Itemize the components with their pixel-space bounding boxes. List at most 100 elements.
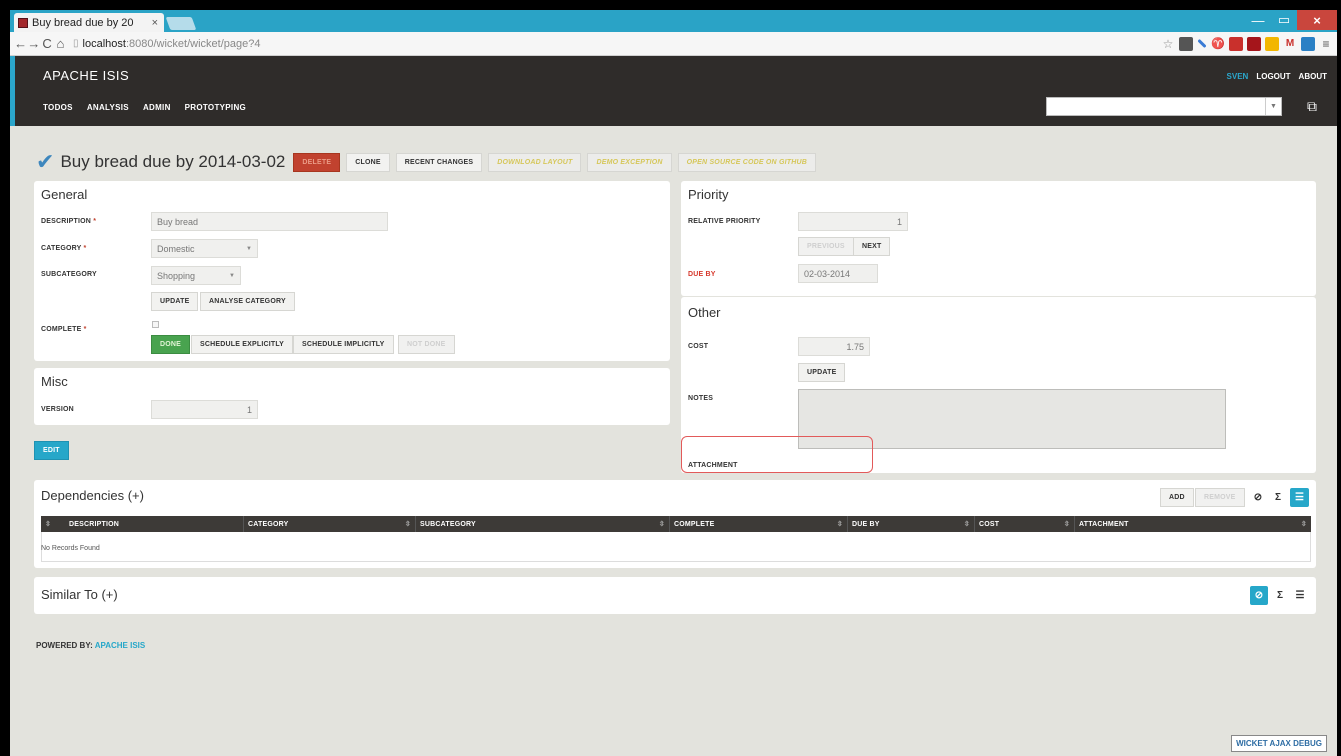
description-field[interactable]: Buy bread [151, 212, 388, 231]
edit-button[interactable]: EDIT [34, 441, 69, 460]
menu-todos[interactable]: TODOS [43, 103, 73, 112]
schedule-explicitly-button[interactable]: SCHEDULE EXPLICITLY [191, 335, 294, 354]
url-host: localhost [82, 37, 126, 50]
version-label: VERSION [41, 406, 74, 413]
drive-icon[interactable] [1265, 36, 1279, 51]
browser-window: Buy bread due by 20 × — ▭ × ← → C ⌂ ▯ lo… [10, 10, 1337, 756]
cost-update-button[interactable]: UPDATE [798, 363, 846, 382]
analyse-category-button[interactable]: ANALYSE CATEGORY [200, 292, 295, 311]
other-title: Other [688, 305, 721, 320]
download-layout-button[interactable]: DOWNLOAD LAYOUT [488, 152, 582, 172]
priority-title: Priority [688, 187, 729, 202]
user-name[interactable]: SVEN [1227, 72, 1249, 81]
user-links: SVEN LOGOUT ABOUT [1227, 72, 1327, 81]
menu-prototyping[interactable]: PROTOTYPING [185, 103, 246, 112]
sort-icon: ⇳ [836, 521, 843, 528]
new-tab-button[interactable] [165, 17, 197, 30]
similar-to-title: Similar To (+) [41, 587, 118, 602]
gmail-icon[interactable]: M [1283, 37, 1297, 51]
col-complete[interactable]: COMPLETE ⇳ [669, 516, 847, 532]
due-by-label: DUE BY [688, 271, 716, 278]
subcategory-select[interactable]: Shopping ▼ [151, 266, 241, 285]
category-select[interactable]: Domestic ▼ [151, 239, 258, 258]
sort-icon: ⇳ [404, 521, 411, 528]
maximize-button[interactable]: ▭ [1271, 10, 1297, 30]
relative-priority-field[interactable]: 1 [798, 212, 908, 231]
window-controls: — ▭ × [1245, 10, 1337, 30]
dependencies-title: Dependencies (+) [41, 488, 144, 503]
list-icon[interactable]: ☰ [1292, 586, 1308, 605]
checkmark-icon: ✔ [36, 149, 55, 174]
search-select[interactable]: ▼ [1046, 97, 1282, 116]
browser-toolbar: ← → C ⌂ ▯ localhost:8080/wicket/wicket/p… [10, 32, 1337, 56]
extensions: ☆ ♈ M ≡ [1161, 36, 1333, 51]
sum-icon[interactable]: Σ [1270, 488, 1286, 507]
delete-button[interactable]: DELETE [293, 152, 341, 172]
address-bar[interactable]: ▯ localhost:8080/wicket/wicket/page?4 [73, 35, 1161, 53]
hide-icon[interactable]: ⊘ [1250, 586, 1268, 605]
previous-button[interactable]: PREVIOUS [798, 237, 854, 256]
remove-button[interactable]: REMOVE [1195, 488, 1245, 507]
next-button[interactable]: NEXT [853, 237, 891, 256]
apache-isis-link[interactable]: APACHE ISIS [95, 641, 146, 650]
complete-checkbox[interactable] [152, 321, 159, 328]
sort-icon: ⇳ [45, 521, 52, 528]
chevron-down-icon: ▼ [229, 272, 235, 279]
url-path: :8080/wicket/wicket/page?4 [125, 37, 261, 50]
col-due-by[interactable]: DUE BY ⇳ [847, 516, 974, 532]
demo-exception-button[interactable]: DEMO EXCEPTION [587, 152, 672, 172]
sum-icon[interactable]: Σ [1272, 586, 1288, 605]
bookmarks-icon[interactable]: ⧉ [1307, 98, 1317, 115]
not-done-button[interactable]: NOT DONE [398, 335, 455, 354]
update-button[interactable]: UPDATE [151, 292, 199, 311]
wicket-ajax-debug-button[interactable]: WICKET AJAX DEBUG [1231, 735, 1327, 752]
forward-icon[interactable]: → [27, 36, 40, 51]
col-cost[interactable]: COST ⇳ [974, 516, 1074, 532]
hide-icon[interactable]: ⊘ [1250, 488, 1266, 507]
home-icon[interactable]: ⌂ [54, 36, 67, 51]
back-icon[interactable]: ← [14, 36, 27, 51]
about-link[interactable]: ABOUT [1299, 72, 1327, 81]
complete-label: COMPLETE * [41, 326, 87, 333]
menu-icon[interactable]: ≡ [1319, 37, 1333, 51]
extension-icon[interactable] [1229, 36, 1243, 51]
col-attachment[interactable]: ATTACHMENT ⇳ [1074, 516, 1311, 532]
due-by-field[interactable]: 02-03-2014 [798, 264, 878, 283]
recent-changes-button[interactable]: RECENT CHANGES [395, 152, 483, 172]
bookmark-star-icon[interactable]: ☆ [1161, 37, 1175, 51]
done-button[interactable]: DONE [151, 335, 191, 354]
cost-label: COST [688, 343, 709, 350]
schedule-implicitly-button[interactable]: SCHEDULE IMPLICITLY [293, 335, 394, 354]
col-category[interactable]: CATEGORY ⇳ [243, 516, 415, 532]
tab-close-icon[interactable]: × [152, 17, 158, 29]
dependencies-panel: Dependencies (+) ADD REMOVE ⊘ Σ ☰ ⇳ DESCR… [34, 480, 1316, 568]
add-button[interactable]: ADD [1160, 488, 1194, 507]
app-name[interactable]: APACHE ISIS [43, 68, 129, 83]
sort-icon: ⇳ [1063, 521, 1070, 528]
close-window-button[interactable]: × [1297, 10, 1337, 30]
menu-admin[interactable]: ADMIN [143, 103, 171, 112]
similar-to-panel: Similar To (+) ⊘ Σ ☰ [34, 577, 1316, 614]
subcategory-label: SUBCATEGORY [41, 271, 97, 278]
main-menu: TODOS ANALYSIS ADMIN PROTOTYPING [43, 103, 246, 112]
reload-icon[interactable]: C [41, 36, 54, 51]
menu-analysis[interactable]: ANALYSIS [87, 103, 129, 112]
extension-icon[interactable] [1247, 36, 1261, 51]
cost-field[interactable]: 1.75 [798, 337, 870, 356]
version-field[interactable]: 1 [151, 400, 258, 419]
col-description[interactable]: ⇳ DESCRIPTION [41, 516, 243, 532]
dependencies-table-body [41, 532, 1311, 562]
col-subcategory[interactable]: SUBCATEGORY ⇳ [415, 516, 669, 532]
sort-icon: ⇳ [658, 521, 665, 528]
logout-link[interactable]: LOGOUT [1256, 72, 1290, 81]
extension-icon[interactable]: ♈ [1211, 37, 1225, 51]
clone-button[interactable]: CLONE [346, 152, 390, 172]
sort-icon: ⇳ [1300, 521, 1307, 528]
open-source-code-button[interactable]: OPEN SOURCE CODE ON GITHUB [677, 152, 816, 172]
extension-icon[interactable] [1197, 38, 1207, 49]
extension-icon[interactable] [1301, 36, 1315, 51]
list-icon[interactable]: ☰ [1290, 488, 1309, 507]
browser-tab[interactable]: Buy bread due by 20 × [14, 13, 164, 32]
minimize-button[interactable]: — [1245, 10, 1271, 30]
extension-icon[interactable] [1179, 36, 1193, 51]
